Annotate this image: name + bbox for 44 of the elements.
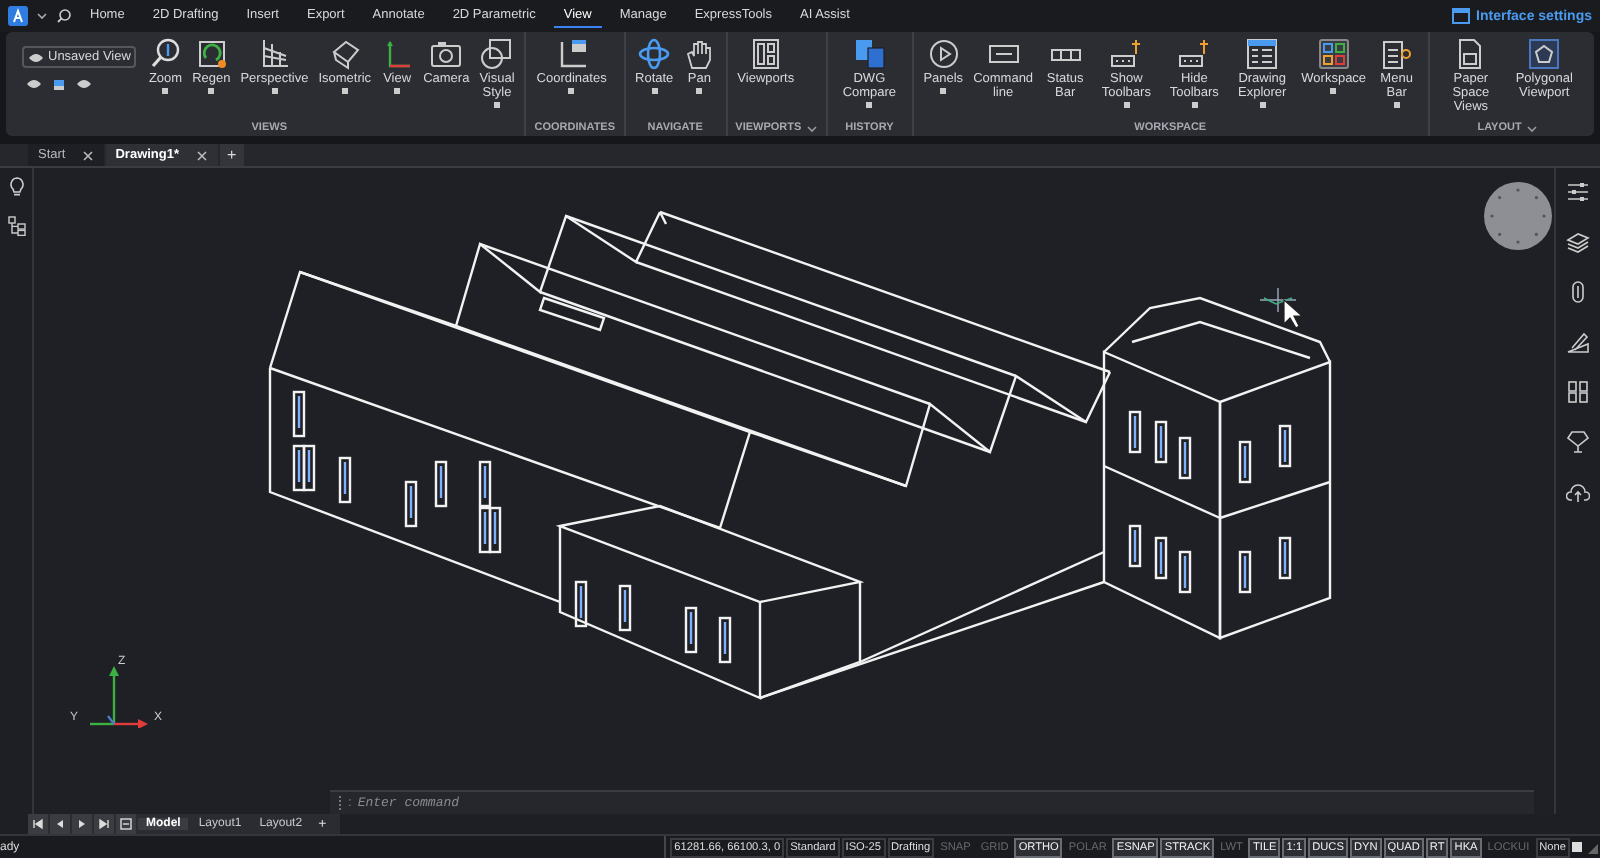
axes-icon	[381, 38, 414, 70]
eye-icon[interactable]	[76, 78, 92, 90]
clipboard-icon	[1380, 38, 1413, 70]
workspace-grid-icon	[1317, 38, 1350, 70]
toolbar-icon	[1178, 38, 1211, 70]
cloud-upload-icon[interactable]	[1566, 480, 1590, 504]
cube-icon	[328, 38, 361, 70]
caret-icon[interactable]	[805, 123, 818, 133]
close-icon[interactable]	[195, 149, 208, 161]
explorer-window-icon	[1246, 38, 1279, 70]
window-settings-icon[interactable]	[1452, 8, 1471, 24]
paperclip-icon[interactable]	[1566, 280, 1590, 304]
orbit-icon	[638, 38, 671, 70]
view-layers-icon[interactable]	[52, 78, 66, 92]
navigation-wheel-icon[interactable]	[1482, 180, 1554, 252]
close-icon[interactable]	[81, 149, 94, 161]
documents-icon	[853, 38, 886, 70]
gem-icon[interactable]	[1566, 430, 1590, 454]
layers-icon[interactable]	[1566, 230, 1590, 254]
caret-icon[interactable]	[36, 10, 48, 22]
shapes-icon	[480, 38, 513, 70]
magnifier-icon	[149, 38, 182, 70]
play-circle-icon	[927, 38, 960, 70]
resize-grip-icon[interactable]	[1584, 839, 1600, 855]
app-logo-icon[interactable]	[8, 6, 28, 26]
panels-icon[interactable]	[1566, 380, 1590, 404]
sliders-icon[interactable]	[1566, 180, 1590, 204]
first-page-icon[interactable]	[30, 816, 46, 832]
document-icon	[1454, 38, 1487, 70]
search-icon[interactable]	[56, 8, 72, 24]
hand-icon	[683, 38, 716, 70]
caret-icon[interactable]	[1525, 123, 1538, 133]
new-tab-button[interactable]: +	[219, 144, 245, 166]
pencil-ruler-icon[interactable]	[1566, 330, 1590, 354]
last-page-icon[interactable]	[96, 816, 112, 832]
camera-icon	[430, 38, 463, 70]
viewports-icon	[749, 38, 782, 70]
perspective-grid-icon	[258, 38, 291, 70]
layout-list-icon[interactable]	[118, 816, 134, 832]
lightbulb-icon[interactable]	[7, 176, 25, 196]
refresh-icon	[195, 38, 228, 70]
toolbar-icon	[1110, 38, 1143, 70]
hierarchy-icon[interactable]	[7, 216, 25, 236]
ucs-icon	[555, 38, 588, 70]
